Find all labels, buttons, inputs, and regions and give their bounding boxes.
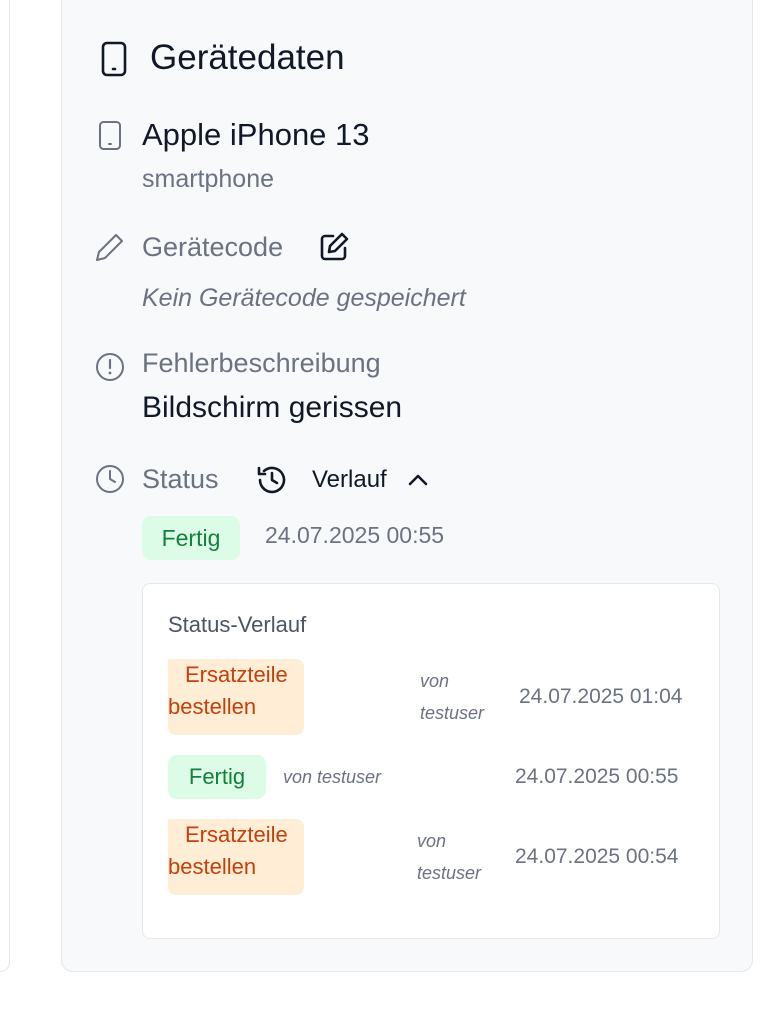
card-title: Gerätedaten: [150, 38, 345, 77]
device-name: Apple iPhone 13: [142, 117, 370, 152]
history-date: 24.07.2025 01:04: [519, 685, 683, 708]
history-user-line2: testuser: [417, 863, 482, 883]
history-user-line1: von: [417, 831, 447, 851]
badge-text-line2: bestellen: [168, 854, 257, 879]
history-button-label: Verlauf: [312, 466, 387, 493]
status-date: 24.07.2025 00:55: [265, 522, 445, 548]
badge-text-line2: bestellen: [168, 694, 257, 719]
device-code-label: Gerätecode: [142, 232, 284, 262]
chevron-up-icon: [408, 474, 428, 486]
adjacent-card: [0, 0, 10, 972]
history-toggle-button[interactable]: Verlauf: [254, 458, 454, 502]
history-user: von testuser: [420, 665, 484, 729]
history-user: von testuser: [417, 825, 481, 889]
history-user-line1: von: [420, 671, 450, 691]
history-status-badge: Fertig: [168, 755, 266, 799]
badge-text-line1: Ersatzteile: [185, 662, 288, 687]
history-user: von testuser: [283, 767, 382, 787]
badge-text-line1: Ersatzteile: [185, 822, 288, 847]
history-status-badge: Ersatzteile bestellen: [168, 819, 304, 895]
history-title: Status-Verlauf: [168, 612, 307, 637]
smartphone-icon: [99, 121, 121, 150]
history-status-badge: Ersatzteile bestellen: [168, 659, 304, 735]
device-code-empty-text: Kein Gerätecode gespeichert: [142, 284, 466, 312]
history-date: 24.07.2025 00:55: [515, 765, 679, 788]
history-icon: [257, 466, 286, 494]
error-label: Fehlerbeschreibung: [142, 348, 381, 378]
alert-circle-icon: [96, 353, 124, 381]
edit-icon[interactable]: [317, 230, 351, 264]
smartphone-icon: [101, 41, 127, 77]
error-description: Bildschirm gerissen: [142, 391, 403, 424]
history-user-line2: testuser: [420, 703, 485, 723]
pencil-icon: [96, 234, 123, 261]
status-label: Status: [142, 464, 219, 494]
device-type: smartphone: [142, 165, 275, 193]
history-date: 24.07.2025 00:54: [515, 845, 679, 868]
status-badge: Fertig: [142, 516, 240, 560]
clock-icon: [96, 465, 124, 493]
